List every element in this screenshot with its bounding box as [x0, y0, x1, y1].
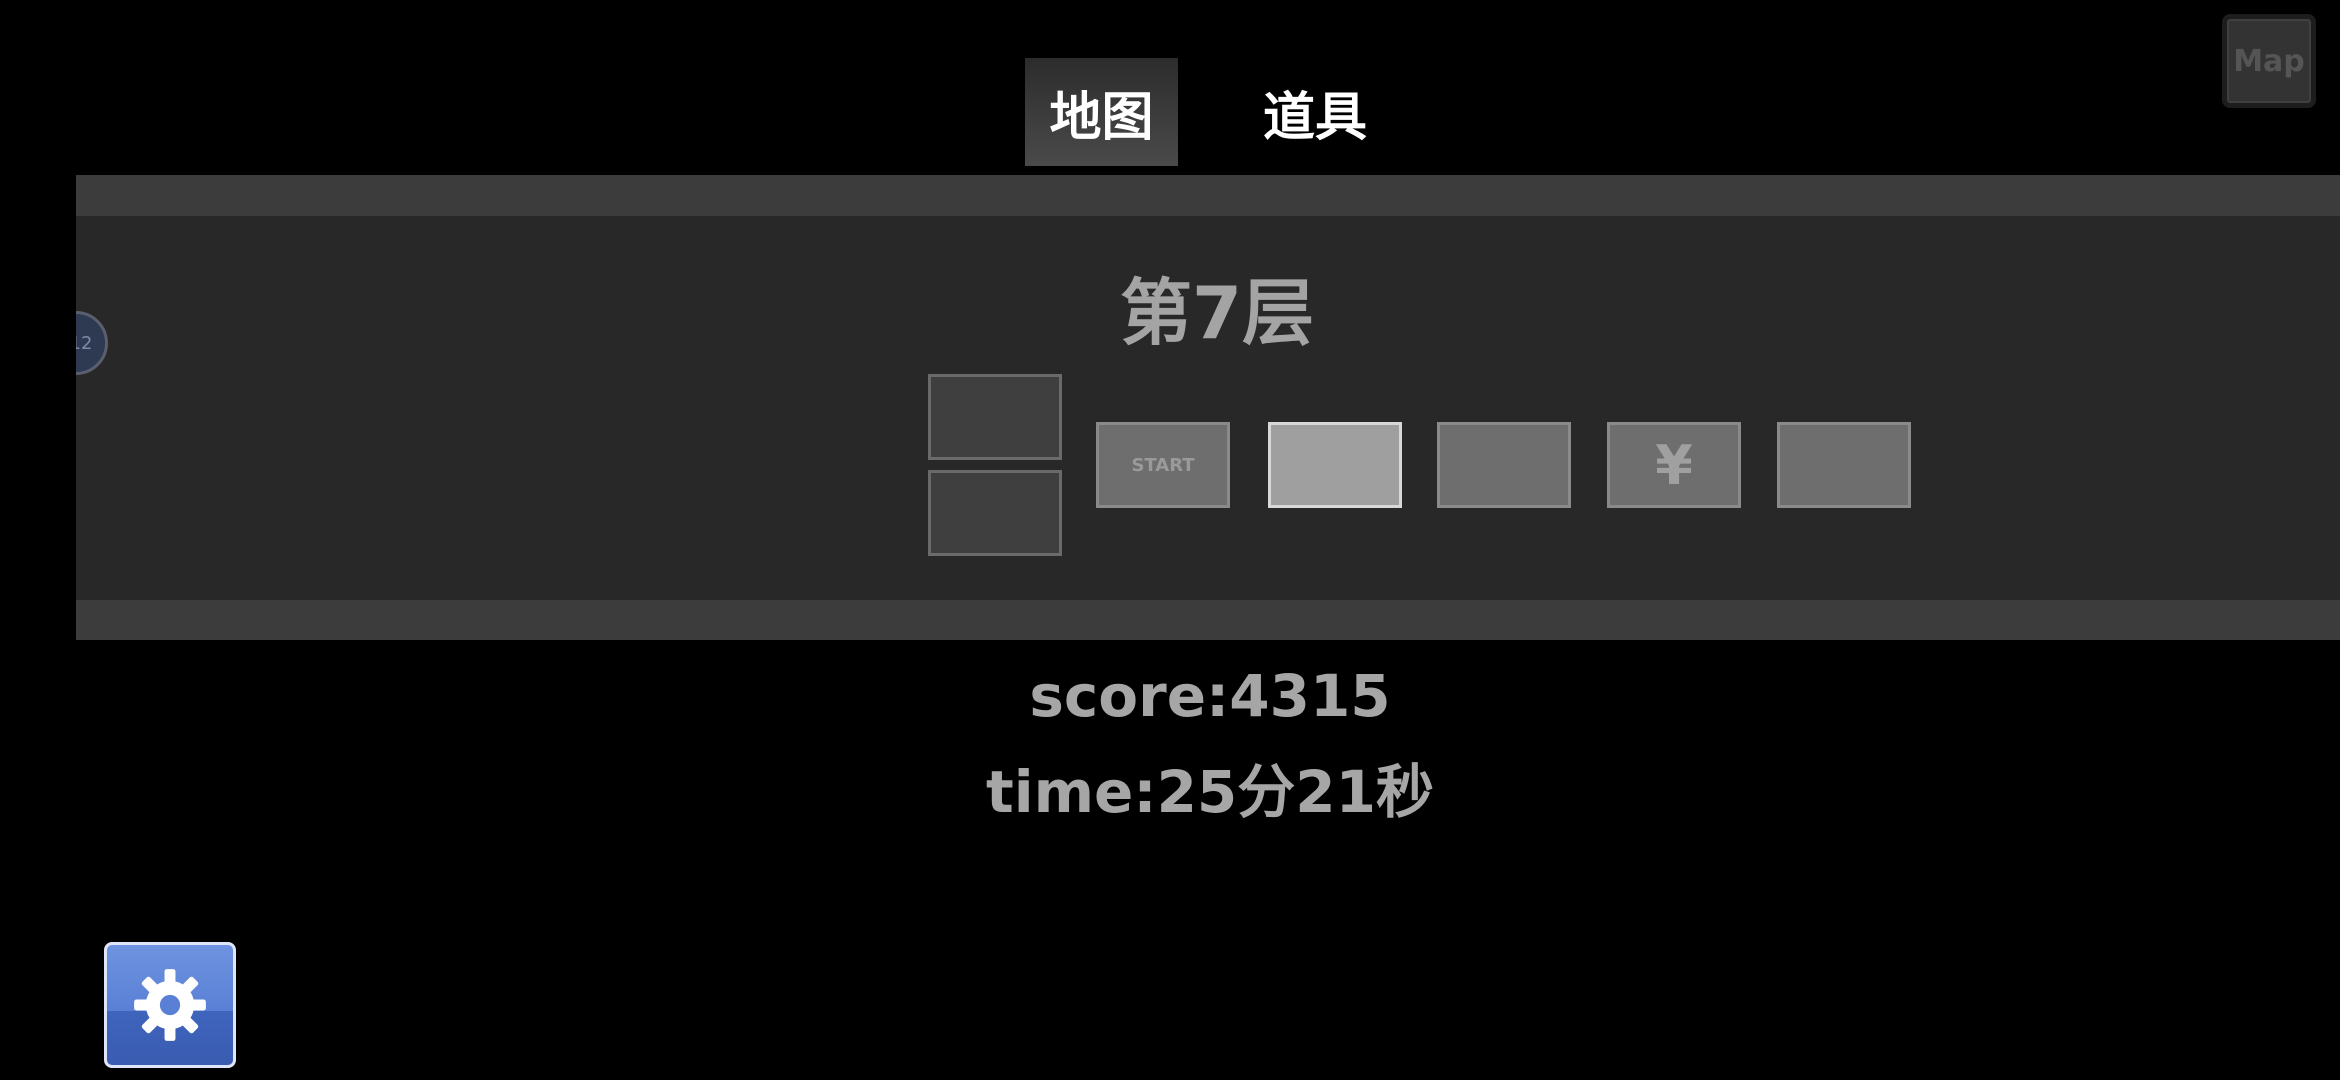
score-text: score:4315 — [1029, 662, 1391, 730]
map-room — [1437, 422, 1571, 508]
map-room-start: START — [1096, 422, 1230, 508]
yen-icon: ¥ — [1655, 433, 1693, 497]
settings-button[interactable] — [104, 942, 236, 1068]
map-button[interactable]: Map — [2222, 14, 2316, 108]
floor-title: 第7层 — [1120, 271, 1315, 355]
time-text: time:25分21秒 — [986, 758, 1434, 826]
map-room-current — [1268, 422, 1402, 508]
map-room-lower-left — [928, 470, 1062, 556]
start-label: START — [1131, 454, 1195, 476]
map-room-upper-left — [928, 374, 1062, 460]
game-screen: 地图 道具 Map 第7层 12 START ¥ score:4315 time… — [0, 0, 2340, 1080]
tab-map[interactable]: 地图 — [1025, 58, 1178, 166]
map-panel — [76, 175, 2340, 640]
tab-items[interactable]: 道具 — [1240, 58, 1390, 166]
map-room-shop: ¥ — [1607, 422, 1741, 508]
map-room — [1777, 422, 1911, 508]
edge-cover — [0, 290, 76, 400]
gear-icon — [134, 969, 206, 1041]
